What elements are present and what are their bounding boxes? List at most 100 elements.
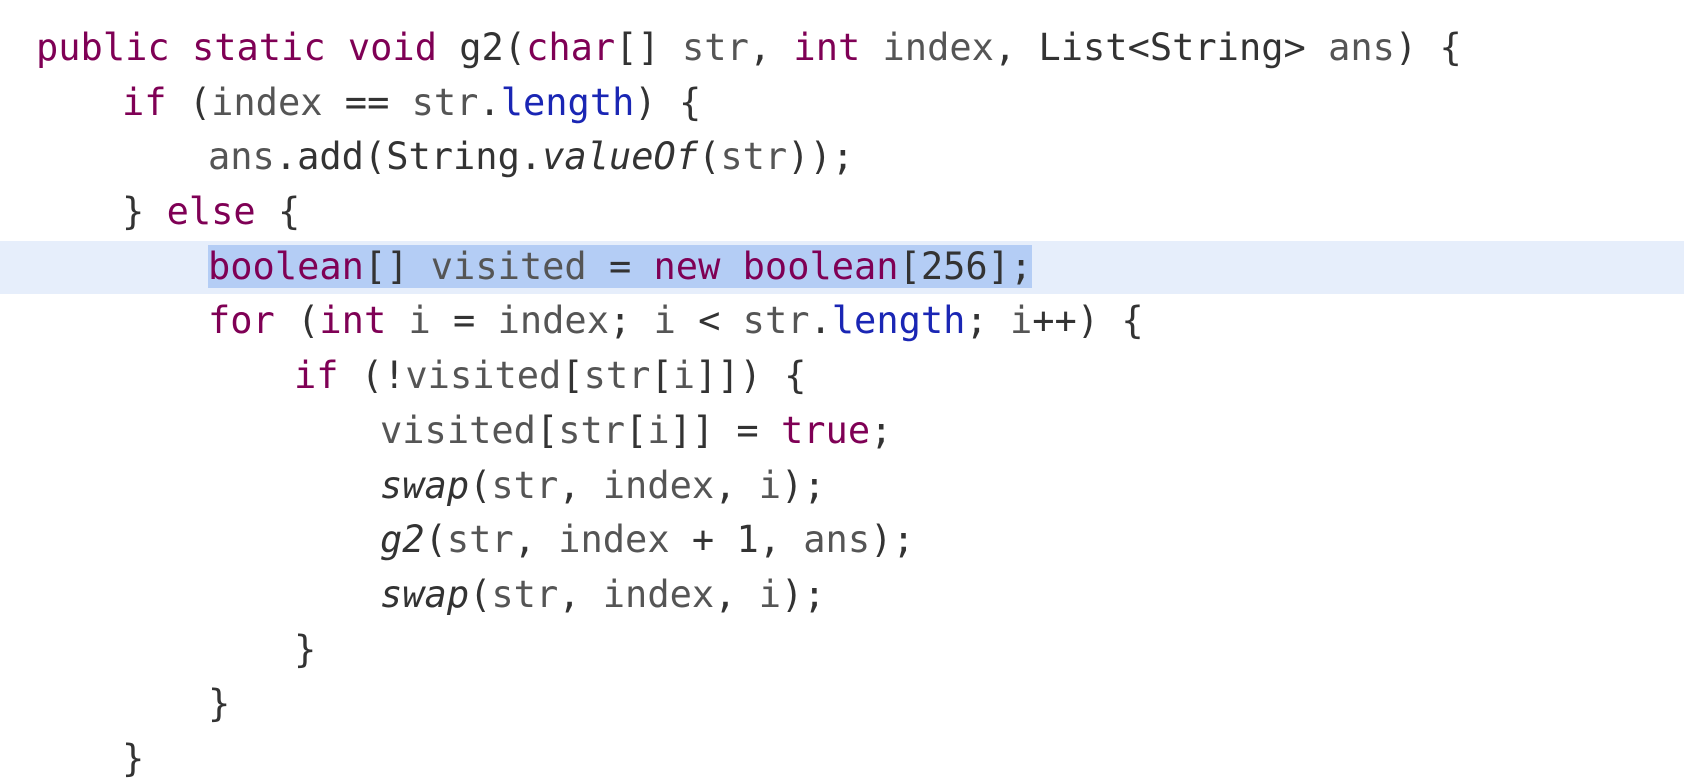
keyword-token: char [526,26,616,69]
keyword-token: if [122,80,167,124]
code-token: + 1, [669,518,804,562]
code-token: str [411,80,479,124]
code-token: i [647,408,670,452]
line-content: if (!visited[str[i]]) { [294,354,806,397]
code-token: } [208,682,231,726]
code-token: index [211,80,323,124]
code-editor[interactable]: public static void g2(char[] str, int in… [0,0,1684,783]
code-token: .add(String. [274,135,543,179]
code-token: ( [274,299,320,343]
code-token: index [602,463,715,507]
code-token: ) { [1394,26,1462,69]
code-token: [ [561,354,584,398]
code-line[interactable]: } else { [0,185,1462,240]
code-token: ( [698,135,721,179]
keyword-token: boolean [208,244,364,288]
keyword-token: else [166,190,256,234]
keyword-token: static [191,26,326,69]
code-token: ); [781,463,826,507]
code-token: i [672,354,695,398]
code-token: , [714,463,759,507]
code-token: ]] = [669,408,781,452]
keyword-token: int [793,26,861,69]
code-token: str [491,572,559,616]
line-content: } else { [122,190,300,233]
code-token: ); [781,572,826,616]
code-token: { [255,190,301,234]
keyword-token: if [294,354,339,398]
code-token: visited [405,354,562,398]
code-token: ans [208,135,275,179]
code-token: str [491,463,559,507]
code-token: == [322,80,412,124]
code-line[interactable]: ans.add(String.valueOf(str)); [0,130,1462,185]
code-token: , [558,572,603,616]
keyword-token: int [319,299,387,343]
code-token: )); [787,135,855,179]
code-token: , [714,572,759,616]
code-token: length [500,80,635,124]
code-line[interactable]: swap(str, index, i); [0,568,1462,623]
code-token: i [408,299,431,343]
keyword-token: public [36,26,170,69]
code-line[interactable]: boolean[] visited = new boolean[256]; [0,240,1462,295]
code-token: ( [424,518,447,562]
code-token: index [558,518,670,562]
code-token: [] [615,26,683,69]
code-token: = [586,244,654,288]
keyword-token: new [653,244,721,288]
keyword-token: void [347,26,437,69]
code-line[interactable]: } [0,677,1462,732]
code-token: ); [870,518,915,562]
code-token: . [478,80,501,124]
code-token: valueOf [542,135,699,179]
line-content: visited[str[i]] = true; [380,409,892,452]
code-line[interactable]: g2(str, index + 1, ans); [0,513,1462,568]
code-token: [] [363,244,431,288]
keyword-token: boolean [742,244,899,288]
code-token: , [748,26,794,69]
code-token: str [446,518,514,562]
code-token: } [122,736,145,780]
code-token: , [558,463,603,507]
code-token: str [742,299,810,343]
code-token: ans [803,518,871,562]
code-token: visited [380,408,536,452]
code-line[interactable]: } [0,732,1462,783]
line-content: for (int i = index; i < str.length; i++)… [208,299,1144,342]
keyword-token: for [208,299,275,343]
code-line[interactable]: if (index == str.length) { [0,76,1462,131]
code-token: swap [380,463,470,507]
line-content: swap(str, index, i); [380,573,826,616]
code-line[interactable]: if (!visited[str[i]]) { [0,349,1462,404]
code-line[interactable]: } [0,623,1462,678]
line-content: } [208,682,230,725]
code-token: , List<String> [993,26,1329,69]
code-line[interactable]: swap(str, index, i); [0,459,1462,514]
code-token: (! [338,354,406,398]
code-token: str [558,408,626,452]
line-content: } [122,737,144,780]
code-token: ; [870,408,893,452]
code-token: ; [609,299,654,343]
code-token: ]]) { [695,354,807,398]
code-token: index [882,26,994,69]
keyword-token: true [781,408,871,452]
code-token: ans [1328,26,1395,69]
code-token: g2 [380,518,425,562]
code-token: ( [469,463,492,507]
code-area[interactable]: public static void g2(char[] str, int in… [0,21,1462,783]
code-token: } [294,627,317,671]
code-token: i [1010,299,1033,343]
code-token: [ [625,408,648,452]
code-token: ) { [634,80,702,124]
code-line[interactable]: visited[str[i]] = true; [0,404,1462,459]
code-token: index [497,299,609,343]
line-content: g2(str, index + 1, ans); [380,518,915,561]
code-line[interactable]: for (int i = index; i < str.length; i++)… [0,294,1462,349]
code-token: = [430,299,498,343]
code-line[interactable]: public static void g2(char[] str, int in… [0,21,1462,76]
code-token: i [653,299,676,343]
